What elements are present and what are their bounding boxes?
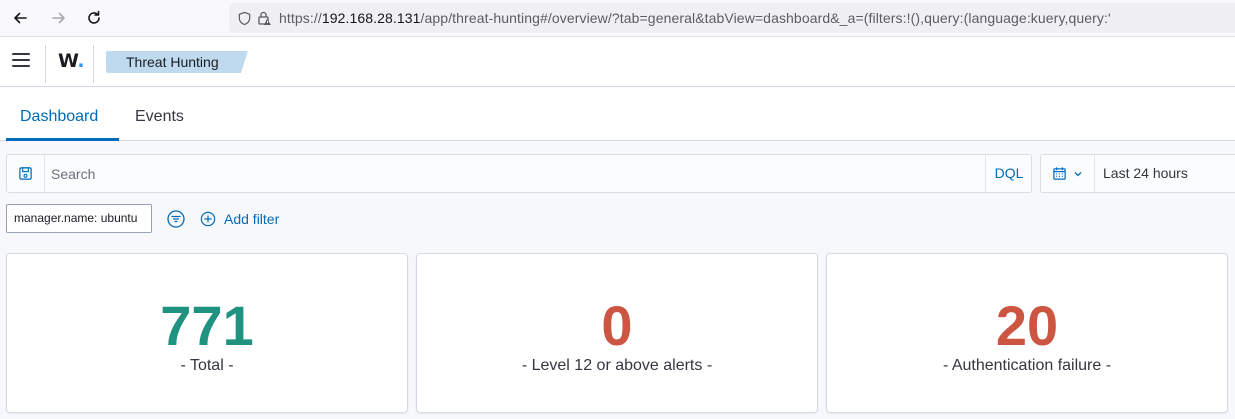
stat-card-level12: 0 - Level 12 or above alerts - [416,253,818,413]
app-header: W. Threat Hunting [0,37,1235,87]
url-bar[interactable]: https://192.168.28.131/app/threat-huntin… [229,3,1235,33]
add-filter-button[interactable]: Add filter [200,208,279,230]
add-filter-label: Add filter [224,211,280,227]
url-path: /app/threat-hunting#/overview/?tab=gener… [420,10,1111,26]
url-text[interactable]: https://192.168.28.131/app/threat-huntin… [279,10,1111,26]
header-divider [45,45,46,83]
search-input[interactable] [51,164,951,184]
stat-value[interactable]: 771 [7,294,407,358]
browser-toolbar: https://192.168.28.131/app/threat-huntin… [0,0,1235,37]
calendar-icon [1053,167,1066,180]
logo-text: W [58,50,78,72]
tab-dashboard[interactable]: Dashboard [20,87,98,141]
date-picker: Last 24 hours [1040,154,1235,193]
query-bar: DQL [6,154,1032,193]
lock-warning-icon[interactable] [255,9,273,27]
header-divider [93,45,94,83]
tab-events[interactable]: Events [135,87,184,141]
reload-icon[interactable] [82,6,106,30]
stat-card-auth-failure: 20 - Authentication failure - [826,253,1228,413]
stat-label: - Authentication failure - [942,357,1112,374]
breadcrumb[interactable]: Threat Hunting [106,51,248,73]
shield-icon[interactable] [235,9,253,27]
stat-value[interactable]: 20 [827,294,1227,358]
stat-card-total: 771 - Total - [6,253,408,413]
url-prefix: https:// [279,10,322,26]
query-language-button[interactable]: DQL [985,155,1032,192]
app-logo[interactable]: W. [58,50,85,72]
saved-query-icon[interactable] [7,155,45,192]
tab-bar: Dashboard Events [0,87,1235,141]
stat-value[interactable]: 0 [417,294,817,358]
filter-pill[interactable]: manager.name: ubuntu [6,204,152,233]
forward-icon[interactable] [47,6,71,30]
filter-options-icon[interactable] [166,209,186,229]
date-range-label[interactable]: Last 24 hours [1103,165,1188,181]
active-tab-indicator [6,138,119,141]
chevron-down-icon [1074,171,1082,176]
logo-dot: . [77,50,85,72]
back-icon[interactable] [8,6,32,30]
plus-circle-icon [200,211,216,227]
stat-label: - Total - [180,357,234,374]
url-host: 192.168.28.131 [321,10,421,26]
stat-label: - Level 12 or above alerts - [521,357,713,374]
date-quick-menu-button[interactable] [1041,155,1095,192]
menu-icon[interactable] [12,53,30,69]
